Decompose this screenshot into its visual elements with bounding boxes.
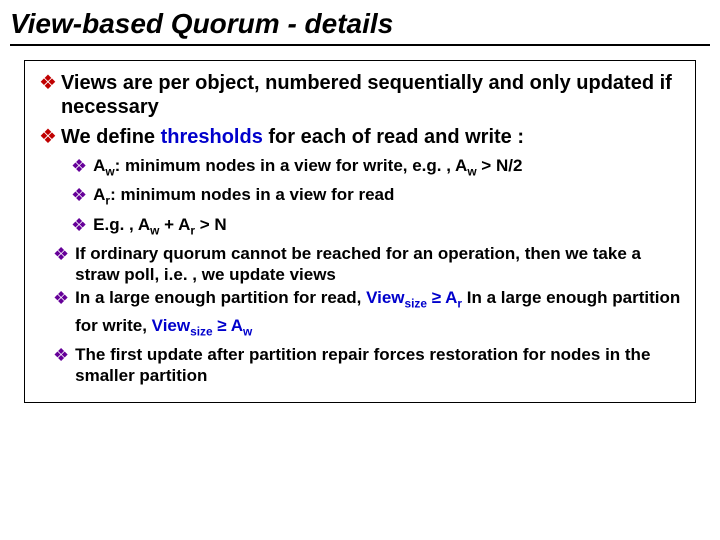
text-l1b-post: for each of read and write : — [263, 126, 524, 148]
slide-title: View-based Quorum - details — [10, 8, 710, 46]
text-l3c: The first update after partition repair … — [75, 344, 681, 386]
diamond-icon: ❖ — [71, 214, 87, 236]
diamond-icon: ❖ — [53, 243, 69, 265]
bullet-l3-partition: ❖ In a large enough partition for read, … — [53, 287, 681, 342]
diamond-icon: ❖ — [71, 184, 87, 206]
bullet-l1-views: ❖ Views are per object, numbered sequent… — [39, 71, 681, 119]
diamond-icon: ❖ — [71, 155, 87, 177]
text-l3b: In a large enough partition for read, Vi… — [75, 287, 681, 342]
text-l3a: If ordinary quorum cannot be reached for… — [75, 243, 681, 285]
diamond-icon: ❖ — [39, 125, 57, 149]
text-l2c: E.g. , Aw + Ar > N — [93, 214, 227, 241]
text-l2a: Aw: minimum nodes in a view for write, e… — [93, 155, 522, 182]
bullet-l2-eg: ❖ E.g. , Aw + Ar > N — [71, 214, 681, 241]
text-l1b-pre: We define — [61, 126, 161, 148]
bullet-l3-repair: ❖ The first update after partition repai… — [53, 344, 681, 386]
text-l1a: Views are per object, numbered sequentia… — [61, 71, 681, 119]
text-l1b-blue: thresholds — [161, 126, 263, 148]
bullet-l1-thresholds: ❖ We define thresholds for each of read … — [39, 125, 681, 149]
bullet-l2-aw: ❖ Aw: minimum nodes in a view for write,… — [71, 155, 681, 182]
bullet-l2-ar: ❖ Ar: minimum nodes in a view for read — [71, 184, 681, 211]
diamond-icon: ❖ — [39, 71, 57, 95]
text-l2b: Ar: minimum nodes in a view for read — [93, 184, 394, 211]
bullet-l3-ordinary: ❖ If ordinary quorum cannot be reached f… — [53, 243, 681, 285]
content-box: ❖ Views are per object, numbered sequent… — [24, 60, 696, 403]
slide: View-based Quorum - details ❖ Views are … — [0, 0, 720, 540]
diamond-icon: ❖ — [53, 287, 69, 309]
text-l1b: We define thresholds for each of read an… — [61, 125, 524, 149]
diamond-icon: ❖ — [53, 344, 69, 366]
